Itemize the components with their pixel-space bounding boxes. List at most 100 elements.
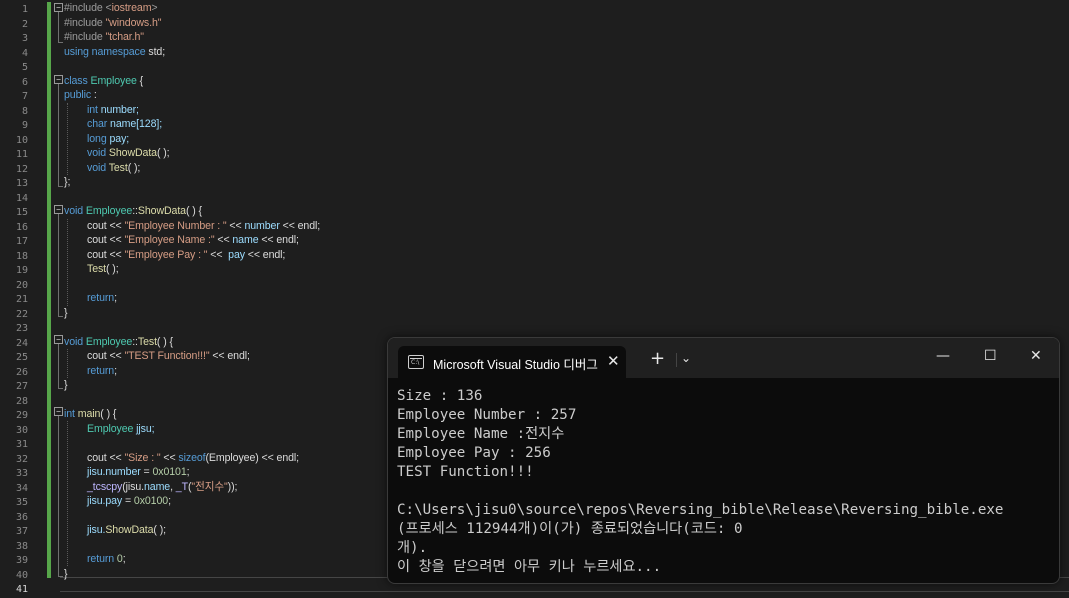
output-line: Employee Pay : 256 [397, 445, 551, 461]
code-line: int main( ) { [64, 408, 117, 420]
line-number: 33 [15, 468, 28, 479]
code-line: class Employee { [64, 74, 144, 87]
line-number: 16 [15, 221, 28, 233]
fold-region [58, 416, 63, 577]
output-line: Size : 136 [397, 388, 483, 404]
output-line: 개). [397, 540, 428, 556]
new-tab-button[interactable]: + [650, 350, 665, 368]
line-number: 18 [15, 250, 28, 262]
line-number: 24 [15, 337, 28, 349]
terminal-icon: C:\ [408, 355, 424, 369]
code-line: return 0; [87, 553, 126, 565]
fold-region [58, 84, 63, 187]
line-number: 32 [15, 453, 28, 465]
line-number: 7 [21, 91, 28, 102]
line-number: 19 [15, 265, 28, 276]
line-number: 8 [21, 105, 28, 117]
collapse-icon[interactable]: − [54, 3, 63, 12]
line-number: 31 [15, 439, 28, 450]
line-number: 27 [15, 381, 28, 392]
line-number: 12 [15, 163, 28, 175]
line-number: 4 [21, 47, 28, 59]
line-number: 28 [15, 395, 28, 407]
line-number: 10 [15, 134, 28, 146]
line-number: 5 [21, 62, 28, 73]
code-line: Employee jjsu; [87, 422, 155, 435]
close-tab-icon[interactable]: ✕ [607, 352, 620, 370]
terminal-output[interactable]: Size : 136 Employee Number : 257 Employe… [397, 387, 1053, 577]
code-line: int number; [87, 103, 139, 116]
line-number: 41 [15, 584, 28, 595]
collapse-icon[interactable]: − [54, 335, 63, 344]
line-number-gutter: 1 2 3 4 5 6 7 8 9 10 11 12 13 14 15 16 17 18 19 20 21 22 23 24 2… [0, 0, 46, 595]
code-line: long pay; [87, 132, 130, 145]
line-number: 13 [15, 178, 28, 189]
line-number: 2 [21, 18, 28, 30]
minimize-button[interactable]: — [936, 348, 950, 364]
code-line: public : [64, 89, 97, 101]
line-number: 39 [15, 555, 28, 566]
debug-console-window[interactable]: C:\ Microsoft Visual Studio 디버그 ✕ + ⌄ — … [387, 337, 1060, 584]
line-number: 37 [15, 526, 28, 537]
code-line: } [64, 567, 68, 580]
line-number: 11 [15, 149, 28, 160]
close-window-button[interactable]: ✕ [1030, 348, 1042, 364]
line-number: 25 [15, 352, 28, 363]
line-number: 38 [15, 540, 28, 552]
line-number: 20 [15, 279, 28, 291]
code-line: cout << "TEST Function!!!" << endl; [87, 350, 250, 362]
indent-guide [67, 349, 68, 378]
indent-guide [67, 103, 68, 175]
code-line: _tcscpy(jisu.name, _T("전지수")); [87, 480, 238, 493]
line-number: 22 [15, 308, 28, 320]
fold-region [58, 344, 63, 389]
output-line: 이 창을 닫으려면 아무 키나 누르세요... [397, 559, 662, 575]
output-line: TEST Function!!! [397, 464, 534, 480]
line-number: 36 [15, 511, 28, 523]
code-line: #include <iostream> [64, 2, 158, 14]
line-number: 17 [15, 236, 28, 247]
terminal-tab[interactable]: C:\ Microsoft Visual Studio 디버그 ✕ [398, 346, 626, 378]
line-number: 3 [21, 33, 28, 44]
code-line: } [64, 306, 68, 319]
code-line: return; [87, 364, 117, 377]
chevron-down-icon[interactable]: ⌄ [681, 351, 691, 365]
code-line: cout << "Size : " << sizeof(Employee) <<… [87, 451, 300, 464]
code-line: void ShowData( ); [87, 147, 170, 159]
line-number: 21 [15, 294, 28, 305]
line-number: 35 [15, 497, 28, 508]
divider [676, 353, 677, 367]
code-line: jisu.ShowData( ); [87, 524, 166, 536]
collapse-icon[interactable]: − [54, 75, 63, 84]
code-line: void Test( ); [87, 161, 141, 174]
code-line: cout << "Employee Pay : " << pay << endl… [87, 248, 286, 261]
line-number: 23 [15, 323, 28, 334]
change-tracking-bar [47, 2, 51, 578]
code-line: }; [64, 176, 71, 188]
output-line: C:\Users\jisu0\source\repos\Reversing_bi… [397, 502, 1004, 518]
code-line: cout << "Employee Number : " << number <… [87, 219, 321, 232]
code-line: #include "windows.h" [64, 16, 162, 29]
code-line: using namespace std; [64, 45, 166, 58]
collapse-icon[interactable]: − [54, 407, 63, 416]
indent-guide [67, 421, 68, 566]
code-line: jisu.number = 0x0101; [87, 466, 190, 478]
line-number: 1 [21, 4, 28, 15]
code-line: Test( ); [87, 263, 119, 275]
maximize-button[interactable]: ☐ [984, 348, 997, 364]
code-line: cout << "Employee Name :" << name << end… [87, 234, 299, 246]
code-line: void Employee::ShowData( ) { [64, 205, 202, 217]
output-line: (프로세스 112944개)이(가) 종료되었습니다(코드: 0 [397, 521, 743, 537]
code-line: #include "tchar.h" [64, 31, 144, 43]
line-number: 40 [15, 569, 28, 581]
terminal-titlebar[interactable]: C:\ Microsoft Visual Studio 디버그 ✕ + ⌄ — … [388, 338, 1059, 378]
code-line: } [64, 379, 68, 391]
collapse-icon[interactable]: − [54, 205, 63, 214]
indent-guide [67, 219, 68, 306]
line-number: 30 [15, 424, 28, 436]
tab-title: Microsoft Visual Studio 디버그 [433, 358, 598, 372]
output-line: Employee Number : 257 [397, 407, 577, 423]
line-number: 26 [15, 366, 28, 378]
fold-region [58, 12, 63, 43]
